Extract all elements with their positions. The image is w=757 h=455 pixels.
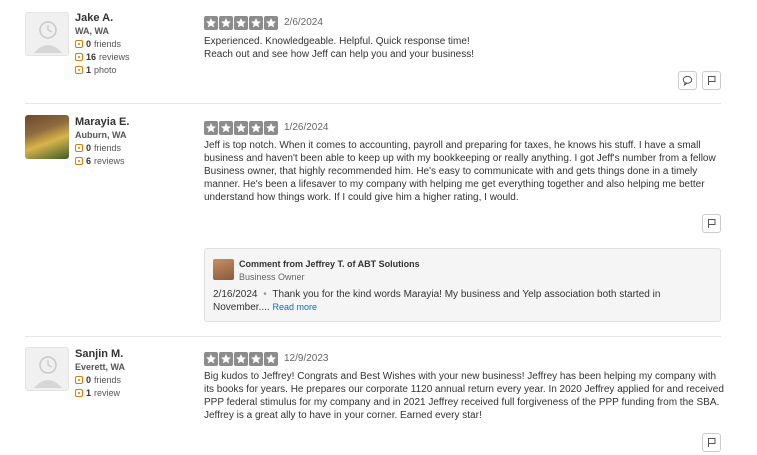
reviews-count: 16 reviews [75,52,130,62]
owner-comment-title: Comment from Jeffrey T. of ABT Solutions [239,259,420,269]
friends-count: 0 friends [75,39,121,49]
flag-button[interactable] [702,433,721,452]
review-text: Big kudos to Jeffrey! Congrats and Best … [204,371,724,421]
review-text: Experienced. Knowledgeable. Helpful. Qui… [204,36,474,60]
user-name[interactable]: Marayia E. [75,116,129,128]
review-star-icon [75,389,83,397]
review-divider [25,103,721,104]
star-icon [249,352,263,366]
owner-comment-date: 2/16/2024 [213,289,258,300]
friends-count: 0 friends [75,143,121,153]
friends-icon [75,376,83,384]
owner-comment: Comment from Jeffrey T. of ABT Solutions… [204,248,721,322]
review-divider [25,336,721,337]
review-text: Jeff is top notch. When it comes to acco… [204,140,716,203]
star-rating [204,352,278,366]
business-owner-avatar [213,259,234,280]
owner-role: Business Owner [239,272,305,282]
star-icon [234,352,248,366]
star-icon [264,121,278,135]
flag-button[interactable] [702,71,721,90]
read-more-link[interactable]: Read more [272,302,317,312]
review-date: 12/9/2023 [284,353,329,364]
star-icon [234,16,248,30]
flag-button[interactable] [702,214,721,233]
owner-comment-text: 2/16/2024 • Thank you for the kind words… [213,288,703,314]
star-icon [234,121,248,135]
star-icon [204,121,218,135]
default-avatar-icon[interactable] [25,347,69,391]
user-photo-avatar[interactable] [25,115,69,159]
flag-icon [708,219,716,228]
flag-icon [708,438,716,447]
review-star-icon [75,53,83,61]
star-icon [249,16,263,30]
default-avatar-icon[interactable] [25,12,69,56]
review-date: 1/26/2024 [284,122,329,133]
photos-count: 1 photo [75,65,117,75]
review-star-icon [75,157,83,165]
star-rating [204,16,278,30]
review-date: 2/6/2024 [284,17,323,28]
user-location: WA, WA [75,26,109,36]
reviews-count: 1 review [75,388,120,398]
flag-icon [708,76,716,85]
friends-count: 0 friends [75,375,121,385]
star-icon [219,352,233,366]
reviews-count: 6 reviews [75,156,125,166]
user-name[interactable]: Sanjin M. [75,348,123,360]
camera-icon [75,66,83,74]
friends-icon [75,40,83,48]
user-name[interactable]: Jake A. [75,12,113,24]
friends-icon [75,144,83,152]
star-rating [204,121,278,135]
star-icon [264,352,278,366]
star-icon [219,121,233,135]
user-location: Auburn, WA [75,130,127,140]
comment-button[interactable] [678,71,697,90]
speech-bubble-icon [682,75,693,86]
user-location: Everett, WA [75,362,126,372]
star-icon [264,16,278,30]
star-icon [204,16,218,30]
star-icon [204,352,218,366]
star-icon [219,16,233,30]
star-icon [249,121,263,135]
separator-dot: • [263,289,267,300]
